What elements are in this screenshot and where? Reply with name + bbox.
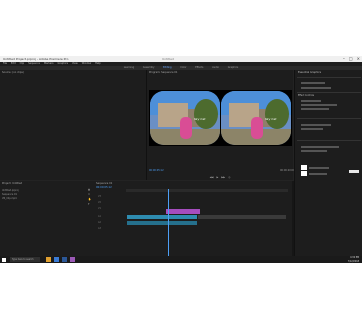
project-tab[interactable]: Project: Untitled (2, 182, 22, 185)
windows-taskbar: Type here to search 4:32 PM 7/12/2018 (0, 256, 362, 263)
play-icon[interactable]: ▶ (216, 176, 218, 179)
store-icon[interactable] (62, 257, 67, 262)
edge-icon[interactable] (54, 257, 59, 262)
workspace-effects[interactable]: Effects (195, 66, 203, 69)
track-a3[interactable]: A3 (98, 227, 126, 231)
system-clock[interactable]: 4:32 PM 7/12/2018 (348, 256, 359, 263)
file-explorer-icon[interactable] (46, 257, 51, 262)
align-button[interactable] (349, 170, 359, 173)
type-tool-icon[interactable]: T (88, 202, 91, 207)
clock-time: 4:32 PM (350, 256, 359, 259)
export-frame-icon[interactable]: ◎ (228, 176, 230, 179)
project-item[interactable]: VR_Clip.mp4 (2, 197, 19, 201)
track-v1[interactable]: V1 (98, 207, 126, 211)
source-tab[interactable]: Source: (no clips) (2, 71, 24, 74)
project-panel[interactable]: Project: Untitled Untitled.prproj Sequen… (0, 181, 87, 263)
audio-clip[interactable] (127, 221, 197, 225)
essential-graphics-tab[interactable]: Essential Graphics (298, 71, 321, 74)
program-timecode[interactable]: 00:00:05:12 (149, 169, 164, 172)
stroke-color-swatch[interactable] (301, 171, 307, 176)
audio-meter (292, 181, 294, 263)
workspace-assembly[interactable]: Assembly (143, 66, 155, 69)
premiere-taskbar-icon[interactable] (70, 257, 75, 262)
track-v2[interactable]: V2 (98, 201, 126, 205)
right-eye-view: Sky Cat (221, 91, 291, 145)
workspace-editing[interactable]: Editing (163, 66, 171, 69)
clock-date: 7/12/2018 (347, 259, 359, 263)
video-clip[interactable] (166, 209, 200, 214)
workspace-color[interactable]: Color (180, 66, 186, 69)
tools-panel: ▲ ✂ ✋ T (86, 181, 94, 263)
step-back-icon[interactable]: ◀◀ (210, 176, 214, 179)
audio-clip[interactable] (127, 215, 197, 219)
workspace-audio[interactable]: Audio (212, 66, 219, 69)
program-duration: 00:00:20:00 (280, 169, 295, 172)
timeline-timecode[interactable]: 00:00:05:12 (96, 186, 112, 189)
time-ruler[interactable] (126, 189, 288, 192)
essential-graphics-panel[interactable]: Essential Graphics Effect Controls (294, 70, 362, 263)
playback-controls: ◀◀ ▶ ▶▶ ◎ (147, 174, 293, 180)
effect-controls-tab[interactable]: Effect Controls (298, 94, 314, 97)
overlay-title-right: Sky Cat (265, 117, 277, 121)
timeline-tab[interactable]: Sequence 01 (96, 182, 112, 185)
track-a2[interactable]: A2 (98, 221, 126, 225)
left-eye-view: Sky Cat (150, 91, 220, 145)
vr-preview: Sky Cat Sky Cat (149, 90, 292, 146)
workspace-learning[interactable]: Learning (124, 66, 134, 69)
taskbar-search[interactable]: Type here to search (10, 257, 40, 262)
premiere-window: Untitled Project.prproj - Adobe Premiere… (0, 56, 362, 263)
fill-color-swatch[interactable] (301, 165, 307, 170)
step-forward-icon[interactable]: ▶▶ (221, 176, 225, 179)
workspace-graphics[interactable]: Graphics (228, 66, 239, 69)
playhead[interactable] (168, 189, 169, 261)
program-tab[interactable]: Program: Sequence 01 (149, 71, 178, 74)
track-a1[interactable]: A1 (98, 215, 126, 219)
overlay-title: Sky Cat (194, 117, 206, 121)
audio-clip[interactable] (198, 215, 286, 219)
track-v3[interactable]: V3 (98, 195, 126, 199)
timeline-panel[interactable]: Sequence 01 00:00:05:12 V3 V2 V1 A1 A2 A… (94, 181, 292, 263)
source-monitor[interactable]: Source: (no clips) (0, 70, 147, 180)
windows-start-icon[interactable] (2, 257, 6, 262)
